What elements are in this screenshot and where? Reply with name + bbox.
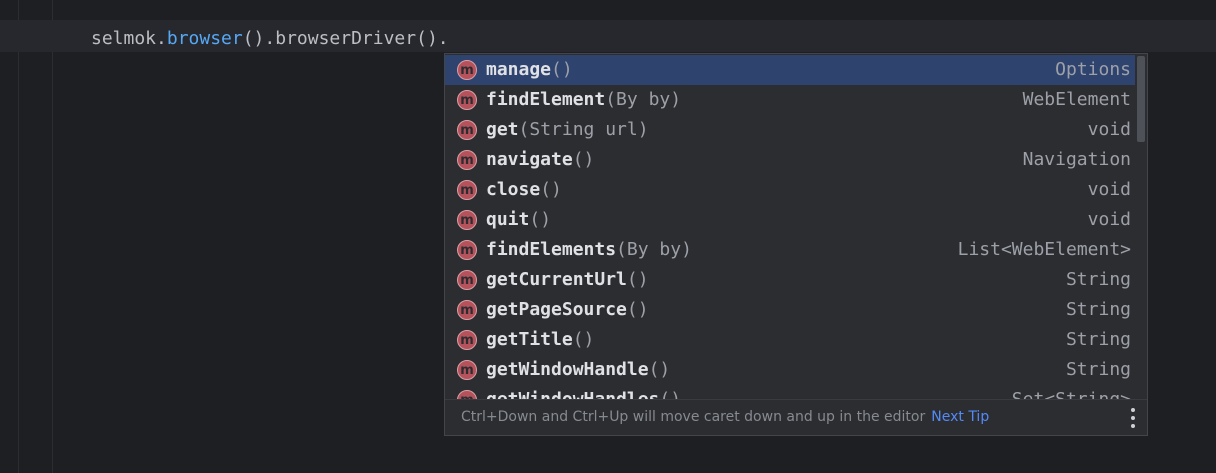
completion-item-findElement[interactable]: m findElement(By by) WebElement	[445, 85, 1135, 115]
method-icon: m	[457, 270, 477, 290]
method-params: ()	[572, 149, 595, 170]
completion-footer: Ctrl+Down and Ctrl+Up will move caret do…	[445, 399, 1147, 435]
method-params: ()	[626, 299, 649, 320]
code-line[interactable]: selmok.browser().browserDriver().	[91, 26, 449, 52]
method-name: getCurrentUrl	[486, 269, 627, 290]
completion-item-name: manage()	[486, 57, 573, 83]
return-type: String	[1065, 329, 1131, 350]
completion-item-get[interactable]: m get(String url) void	[445, 115, 1135, 145]
completion-item-getWindowHandles[interactable]: m getWindowHandles() Set<String>	[445, 385, 1135, 399]
method-params: ()	[572, 329, 595, 350]
completion-item-findElements[interactable]: m findElements(By by) List<WebElement>	[445, 235, 1135, 265]
method-icon: m	[457, 180, 477, 200]
tip-message: Ctrl+Down and Ctrl+Up will move caret do…	[461, 409, 926, 425]
method-icon: m	[457, 330, 477, 350]
completion-item-name: quit()	[486, 207, 551, 233]
return-type: void	[1087, 179, 1131, 200]
method-params: ()	[529, 209, 552, 230]
completion-item-name: close()	[486, 177, 562, 203]
method-name: getWindowHandles	[486, 389, 659, 399]
return-type: String	[1065, 269, 1131, 290]
completion-item-manage[interactable]: m manage() Options	[445, 55, 1135, 85]
method-name: getWindowHandle	[486, 359, 649, 380]
completion-item-name: navigate()	[486, 147, 594, 173]
return-type: void	[1087, 209, 1131, 230]
code-prefix: selmok.	[91, 28, 167, 49]
indent-guide	[52, 0, 53, 473]
completion-item-getCurrentUrl[interactable]: m getCurrentUrl() String	[445, 265, 1135, 295]
completion-item-getPageSource[interactable]: m getPageSource() String	[445, 295, 1135, 325]
next-tip-link[interactable]: Next Tip	[931, 409, 989, 425]
method-icon: m	[457, 390, 477, 399]
method-name: findElements	[486, 239, 617, 260]
method-icon: m	[457, 300, 477, 320]
return-type: Options	[1055, 59, 1131, 80]
method-icon: m	[457, 120, 477, 140]
method-params: ()	[540, 179, 562, 200]
completion-item-name: getCurrentUrl()	[486, 267, 649, 293]
method-icon: m	[457, 210, 477, 230]
completion-item-getTitle[interactable]: m getTitle() String	[445, 325, 1135, 355]
return-type: void	[1087, 119, 1131, 140]
method-params: (By by)	[605, 89, 682, 110]
method-name: getPageSource	[486, 299, 627, 320]
method-icon: m	[457, 240, 477, 260]
return-type: String	[1065, 299, 1131, 320]
method-params: ()	[626, 269, 649, 290]
return-type: List<WebElement>	[957, 239, 1131, 260]
return-type: Navigation	[1022, 149, 1131, 170]
method-name: getTitle	[486, 329, 573, 350]
scrollbar-thumb[interactable]	[1137, 56, 1145, 142]
method-icon: m	[457, 90, 477, 110]
method-params: ()	[551, 59, 573, 80]
method-params: (String url)	[518, 119, 649, 140]
method-name: close	[486, 179, 541, 200]
completion-item-name: findElements(By by)	[486, 237, 692, 263]
method-name: manage	[486, 59, 552, 80]
completion-list: m manage() Options m findElement(By by) WebEl…	[445, 54, 1135, 399]
completion-item-name: get(String url)	[486, 117, 649, 143]
completion-item-navigate[interactable]: m navigate() Navigation	[445, 145, 1135, 175]
completion-item-close[interactable]: m close() void	[445, 175, 1135, 205]
code-method-call: browser	[166, 28, 243, 49]
code-completion-popup: m manage() Options m findElement(By by) WebEl…	[444, 53, 1148, 436]
return-type: String	[1065, 359, 1131, 380]
method-name: navigate	[486, 149, 573, 170]
code-suffix: ().browserDriver().	[242, 28, 449, 49]
completion-item-name: getWindowHandles()	[486, 387, 681, 399]
more-options-icon[interactable]	[1129, 408, 1137, 428]
method-params: (By by)	[616, 239, 692, 260]
completion-item-name: findElement(By by)	[486, 87, 681, 113]
completion-item-name: getTitle()	[486, 327, 594, 353]
return-type: Set<String>	[1012, 387, 1131, 399]
method-icon: m	[457, 60, 477, 80]
method-icon: m	[457, 150, 477, 170]
method-name: findElement	[486, 89, 606, 110]
method-params: ()	[659, 389, 681, 399]
method-name: quit	[486, 209, 530, 230]
method-params: ()	[648, 359, 671, 380]
return-type: WebElement	[1022, 89, 1131, 110]
method-name: get	[486, 119, 519, 140]
tip-text: Ctrl+Down and Ctrl+Up will move caret do…	[461, 409, 989, 425]
completion-item-name: getPageSource()	[486, 297, 649, 323]
completion-item-name: getWindowHandle()	[486, 357, 670, 383]
method-icon: m	[457, 360, 477, 380]
completion-item-quit[interactable]: m quit() void	[445, 205, 1135, 235]
indent-guide	[18, 0, 19, 473]
completion-item-getWindowHandle[interactable]: m getWindowHandle() String	[445, 355, 1135, 385]
